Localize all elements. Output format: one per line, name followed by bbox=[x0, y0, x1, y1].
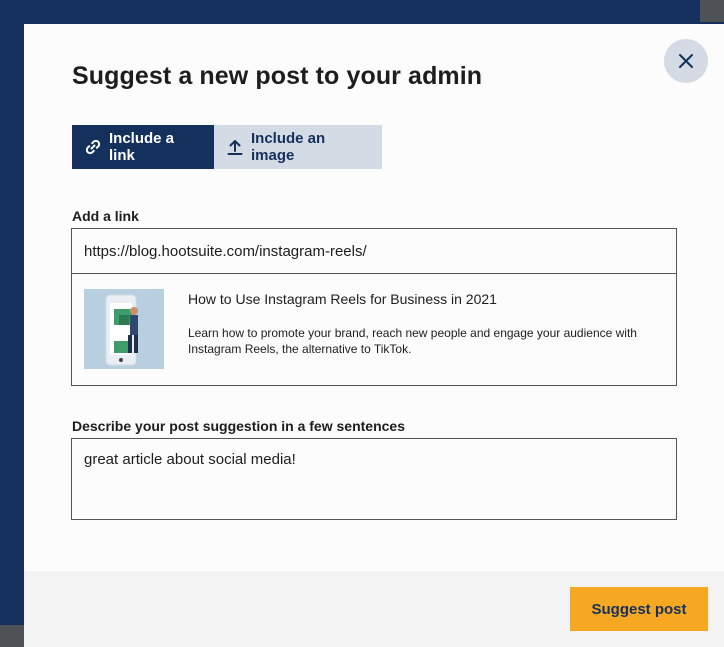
modal-footer: Suggest post bbox=[24, 571, 724, 647]
suggest-post-button[interactable]: Suggest post bbox=[570, 587, 708, 631]
add-link-label: Add a link bbox=[72, 208, 139, 224]
tab-include-link[interactable]: Include a link bbox=[72, 125, 214, 169]
tab-label: Include a link bbox=[109, 130, 175, 164]
link-preview-card: How to Use Instagram Reels for Business … bbox=[72, 274, 676, 385]
tab-include-image[interactable]: Include an image bbox=[214, 125, 382, 169]
description-textarea[interactable]: great article about social media! bbox=[71, 438, 677, 520]
description-label: Describe your post suggestion in a few s… bbox=[72, 418, 405, 434]
modal-title: Suggest a new post to your admin bbox=[72, 62, 483, 90]
backdrop-fragment bbox=[0, 625, 24, 647]
content-type-tabs: Include a link Include an image bbox=[72, 125, 382, 169]
phone-illustration-icon bbox=[84, 289, 164, 369]
tab-label: Include an image bbox=[251, 130, 326, 164]
link-preview-thumbnail bbox=[84, 289, 164, 369]
link-icon bbox=[84, 138, 102, 156]
backdrop-fragment bbox=[700, 0, 724, 22]
link-url-input[interactable] bbox=[72, 229, 676, 274]
close-button[interactable] bbox=[664, 39, 708, 83]
link-field-group: How to Use Instagram Reels for Business … bbox=[71, 228, 677, 386]
link-preview-title: How to Use Instagram Reels for Business … bbox=[188, 291, 497, 307]
suggest-post-modal: Suggest a new post to your admin Include… bbox=[24, 24, 724, 647]
close-icon bbox=[679, 54, 693, 68]
link-preview-description: Learn how to promote your brand, reach n… bbox=[188, 326, 637, 356]
upload-icon bbox=[226, 138, 244, 156]
